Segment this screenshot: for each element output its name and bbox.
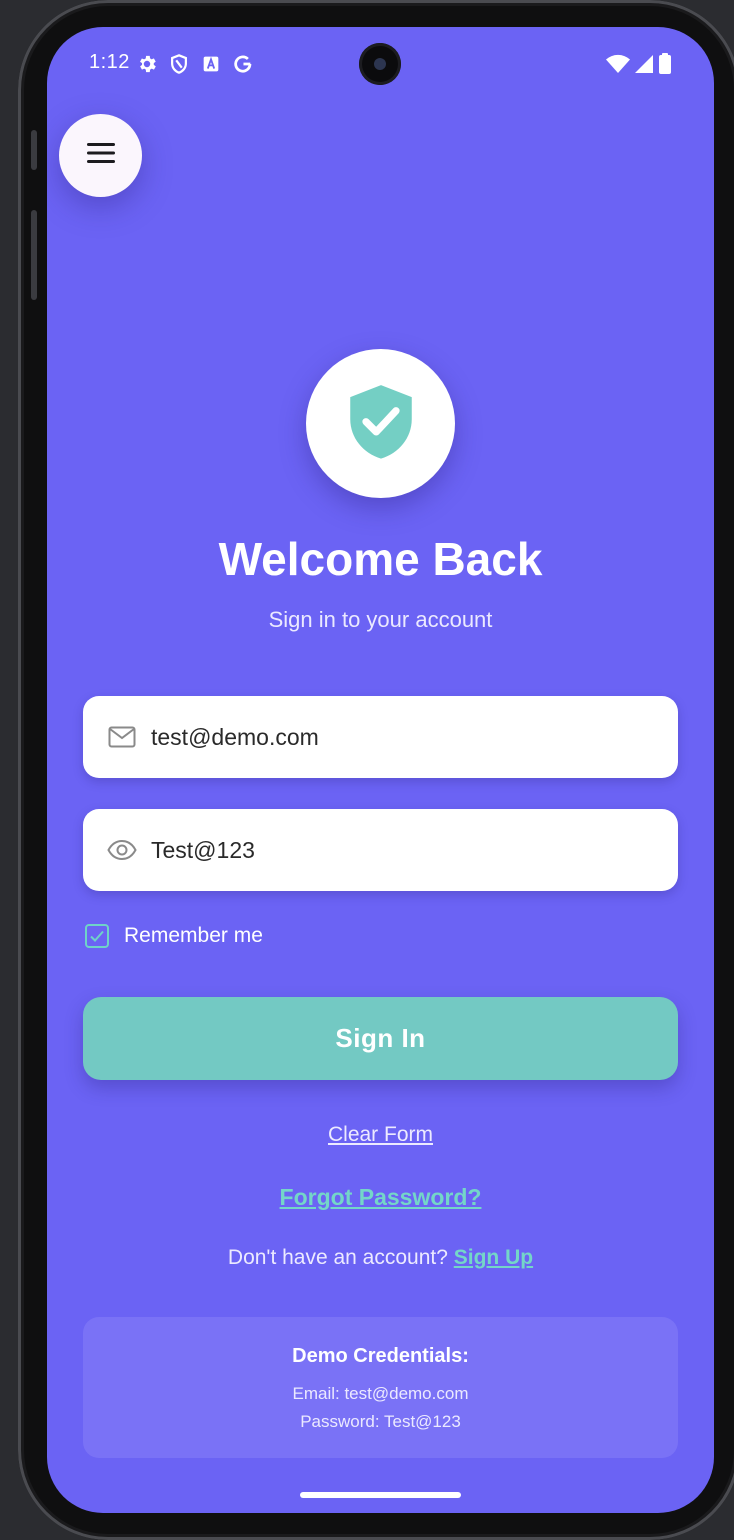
checkmark-icon <box>90 930 104 942</box>
google-g-icon <box>232 53 254 75</box>
hamburger-menu-icon <box>86 143 115 168</box>
demo-password-line: Password: Test@123 <box>300 1412 461 1431</box>
side-button <box>31 130 37 170</box>
email-field[interactable]: test@demo.com <box>83 696 678 778</box>
app-screen: 1:12 Welcome Back Sign in to your accoun… <box>47 27 714 1513</box>
home-indicator[interactable] <box>300 1492 461 1498</box>
signup-prompt: Don't have an account? <box>227 1246 448 1269</box>
page-subtitle: Sign in to your account <box>268 607 493 632</box>
battery-icon <box>657 53 673 75</box>
side-button <box>31 210 37 300</box>
remember-checkbox[interactable] <box>85 924 109 948</box>
password-field[interactable]: Test@123 <box>83 809 678 891</box>
signup-row: Don't have an account? Sign Up <box>47 1246 714 1270</box>
eye-icon[interactable] <box>107 835 137 865</box>
remember-label: Remember me <box>124 924 263 947</box>
wifi-icon <box>605 53 631 75</box>
email-value[interactable]: test@demo.com <box>151 724 319 751</box>
demo-title: Demo Credentials: <box>292 1345 469 1367</box>
shield-outline-icon <box>168 53 190 75</box>
status-time: 1:12 <box>89 51 130 73</box>
remember-me[interactable]: Remember me <box>85 924 263 948</box>
signal-icon <box>633 53 655 75</box>
mail-icon <box>107 722 137 752</box>
a-square-icon <box>200 53 222 75</box>
password-value[interactable]: Test@123 <box>151 837 255 864</box>
page-title: Welcome Back <box>218 533 543 585</box>
menu-button[interactable] <box>59 114 142 197</box>
app-logo <box>306 349 455 498</box>
demo-credentials-card: Demo Credentials: Email: test@demo.com P… <box>83 1317 678 1458</box>
demo-email-line: Email: test@demo.com <box>292 1384 469 1403</box>
status-bar: 1:12 <box>47 27 714 103</box>
front-camera <box>359 43 401 85</box>
clear-form-link[interactable]: Clear Form <box>47 1123 714 1147</box>
forgot-password-link[interactable]: Forgot Password? <box>47 1184 714 1211</box>
sign-in-button[interactable]: Sign In <box>83 997 678 1080</box>
gear-icon <box>136 53 158 75</box>
sign-up-link[interactable]: Sign Up <box>454 1246 533 1269</box>
shield-check-icon <box>340 380 422 467</box>
